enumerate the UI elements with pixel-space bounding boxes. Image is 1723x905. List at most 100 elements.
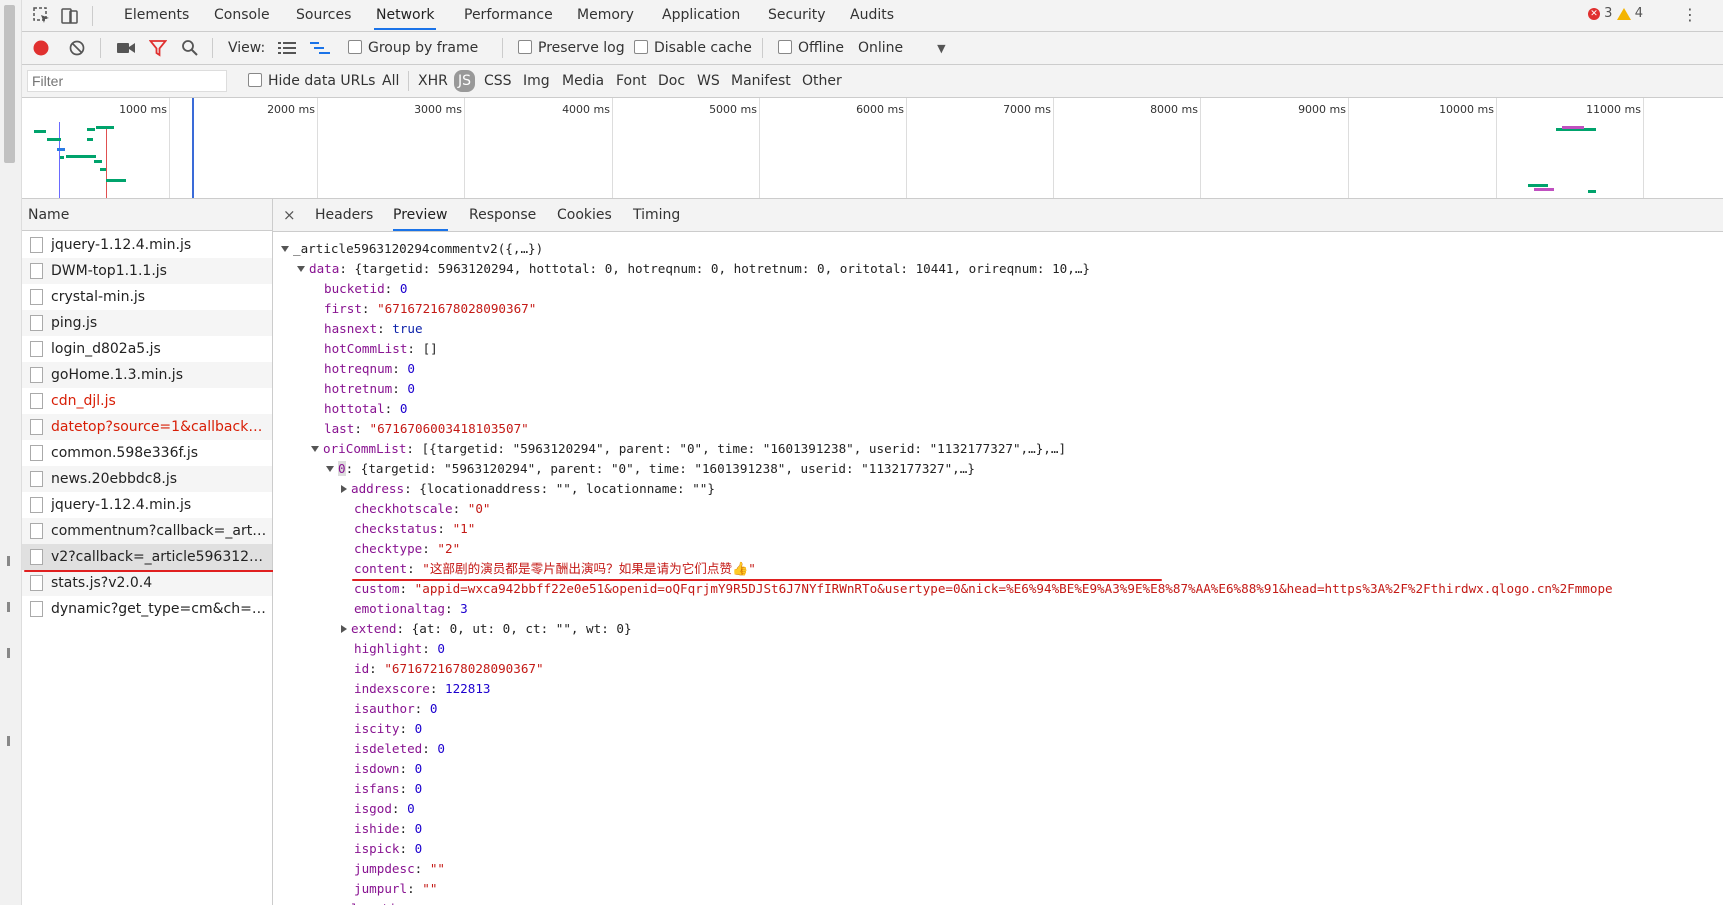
close-icon[interactable]: ×: [283, 199, 296, 231]
filter-type-other[interactable]: Other: [802, 65, 842, 97]
waterfall-bar: [87, 128, 95, 131]
tab-headers[interactable]: Headers: [315, 199, 373, 231]
value: 0: [407, 381, 416, 396]
tick-label: 6000 ms: [856, 103, 904, 116]
tree-node-location[interactable]: location: [341, 899, 412, 905]
inspect-element-icon[interactable]: [32, 6, 52, 26]
tab-console[interactable]: Console: [212, 0, 272, 30]
request-row[interactable]: v2?callback=_article59631202...: [22, 544, 272, 570]
tree-node-data[interactable]: data: {targetid: 5963120294, hottotal: 0…: [297, 259, 1090, 279]
filter-type-img[interactable]: Img: [523, 65, 550, 97]
request-row[interactable]: goHome.1.3.min.js: [22, 362, 272, 388]
preserve-log-checkbox[interactable]: Preserve log: [518, 32, 625, 64]
hide-data-urls-checkbox[interactable]: Hide data URLs: [248, 65, 375, 97]
tab-performance[interactable]: Performance: [462, 0, 555, 30]
tree-node-oricommlist[interactable]: oriCommList: [{targetid: "5963120294", p…: [311, 439, 1066, 459]
tree-node-ishide: ishide: 0: [354, 821, 423, 836]
expand-arrow-icon[interactable]: [311, 445, 319, 452]
name-column-header[interactable]: Name: [22, 199, 272, 231]
request-name: DWM-top1.1.1.js: [51, 263, 167, 279]
request-row[interactable]: login_d802a5.js: [22, 336, 272, 362]
group-by-frame-label: Group by frame: [368, 40, 479, 56]
request-name: jquery-1.12.4.min.js: [51, 497, 192, 513]
filter-type-js[interactable]: JS: [454, 70, 476, 92]
tab-security[interactable]: Security: [766, 0, 828, 30]
expand-arrow-icon[interactable]: [341, 484, 347, 493]
tab-elements[interactable]: Elements: [122, 0, 191, 30]
expand-arrow-icon[interactable]: [341, 624, 347, 633]
waterfall-bar: [94, 160, 102, 163]
tree-node-hottotal: hottotal: 0: [324, 401, 408, 416]
waterfall-overview-icon[interactable]: [310, 41, 330, 55]
expand-arrow-icon[interactable]: [297, 265, 305, 272]
file-icon: [30, 263, 43, 279]
grid-line: [1496, 98, 1497, 198]
filter-type-ws[interactable]: WS: [697, 65, 720, 97]
request-row[interactable]: ping.js: [22, 310, 272, 336]
filter-type-font[interactable]: Font: [616, 65, 646, 97]
request-row[interactable]: DWM-top1.1.1.js: [22, 258, 272, 284]
request-row[interactable]: commentnum?callback=_articl...: [22, 518, 272, 544]
group-by-frame-checkbox[interactable]: Group by frame: [348, 32, 478, 64]
tree-node-ispick: ispick: 0: [354, 841, 423, 856]
expand-arrow-icon[interactable]: [281, 245, 289, 252]
offline-checkbox[interactable]: Offline: [778, 32, 844, 64]
request-row[interactable]: common.598e336f.js: [22, 440, 272, 466]
disable-cache-checkbox[interactable]: Disable cache: [634, 32, 752, 64]
window-scrollbar[interactable]: [0, 0, 22, 905]
tab-audits[interactable]: Audits: [848, 0, 896, 30]
expand-arrow-icon[interactable]: [326, 465, 334, 472]
tick-label: 1000 ms: [119, 103, 167, 116]
tree-node-hotretnum: hotretnum: 0: [324, 381, 416, 396]
console-counts[interactable]: ✕ 3 4: [1588, 6, 1643, 21]
filter-type-media[interactable]: Media: [562, 65, 604, 97]
waterfall-bar: [66, 155, 96, 158]
request-row[interactable]: jquery-1.12.4.min.js: [22, 232, 272, 258]
tab-response[interactable]: Response: [469, 199, 536, 231]
filter-input[interactable]: [27, 70, 227, 92]
scroll-marker: [7, 648, 10, 658]
request-row[interactable]: news.20ebbdc8.js: [22, 466, 272, 492]
value: 0: [407, 801, 415, 816]
clear-icon[interactable]: [68, 39, 86, 57]
request-row[interactable]: datetop?source=1&callback=...: [22, 414, 272, 440]
request-row[interactable]: crystal-min.js: [22, 284, 272, 310]
tree-node-item-0[interactable]: 0: {targetid: "5963120294", parent: "0",…: [326, 459, 975, 479]
filter-icon[interactable]: [149, 39, 167, 57]
tree-node-address[interactable]: address: {locationaddress: "", locationn…: [341, 479, 715, 499]
network-overview-timeline[interactable]: 1000 ms 2000 ms 3000 ms 4000 ms 5000 ms …: [22, 98, 1723, 199]
tab-cookies[interactable]: Cookies: [557, 199, 612, 231]
request-row[interactable]: jquery-1.12.4.min.js: [22, 492, 272, 518]
item0-summary: {targetid: "5963120294", parent: "0", ti…: [360, 461, 975, 476]
request-row[interactable]: cdn_djl.js: [22, 388, 272, 414]
large-rows-icon[interactable]: [278, 41, 296, 55]
tab-network[interactable]: Network: [374, 0, 437, 30]
file-icon: [30, 419, 43, 435]
filter-type-manifest[interactable]: Manifest: [731, 65, 791, 97]
filter-type-css[interactable]: CSS: [484, 65, 512, 97]
tree-node-jumpdesc: jumpdesc: "": [354, 861, 446, 876]
more-options-icon[interactable]: ⋮: [1682, 5, 1698, 24]
filter-type-xhr[interactable]: XHR: [418, 65, 448, 97]
throttling-select[interactable]: Online ▼: [858, 32, 946, 64]
capture-screenshots-icon[interactable]: [116, 40, 136, 56]
filter-type-doc[interactable]: Doc: [658, 65, 685, 97]
chevron-down-icon: ▼: [937, 42, 946, 55]
tab-memory[interactable]: Memory: [575, 0, 636, 30]
value: 0: [437, 641, 446, 656]
device-toolbar-icon[interactable]: [60, 6, 80, 26]
tab-preview[interactable]: Preview: [393, 199, 448, 231]
tab-sources[interactable]: Sources: [294, 0, 353, 30]
tab-timing[interactable]: Timing: [633, 199, 680, 231]
filter-type-all[interactable]: All: [382, 65, 399, 97]
tree-root[interactable]: _article5963120294commentv2({,…}): [281, 239, 543, 259]
tab-application[interactable]: Application: [660, 0, 742, 30]
value: 0: [399, 401, 408, 416]
scrollbar-thumb[interactable]: [4, 5, 15, 163]
dom-content-loaded-marker: [192, 98, 194, 198]
tree-node-extend[interactable]: extend: {at: 0, ut: 0, ct: "", wt: 0}: [341, 619, 632, 639]
record-button[interactable]: [32, 39, 50, 57]
request-row[interactable]: stats.js?v2.0.4: [22, 570, 272, 596]
search-icon[interactable]: [181, 39, 199, 57]
request-row[interactable]: dynamic?get_type=cm&ch=co...: [22, 596, 272, 622]
